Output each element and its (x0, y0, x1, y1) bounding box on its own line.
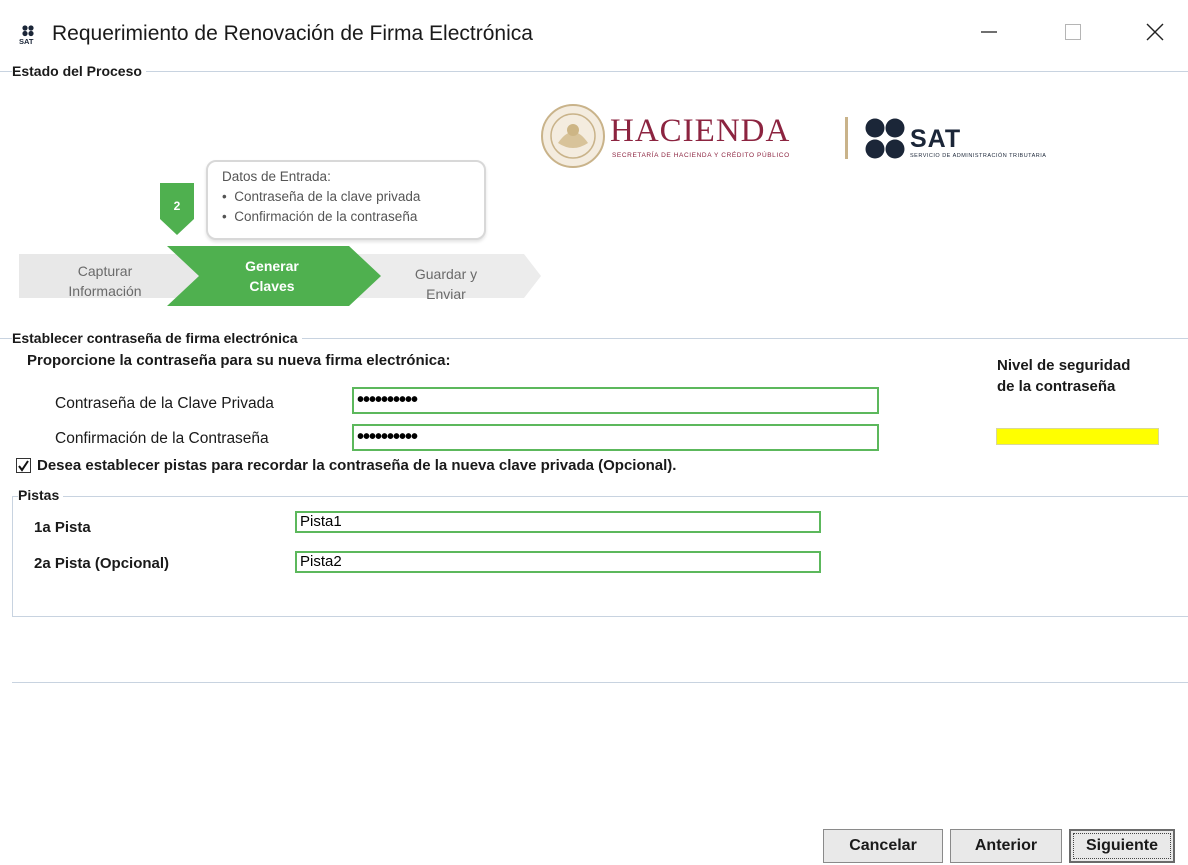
maximize-icon (1065, 24, 1081, 40)
password-section-title: Establecer contraseña de firma electróni… (12, 330, 302, 346)
checkmark-icon (18, 460, 29, 472)
hint2-label: 2a Pista (Opcional) (34, 555, 170, 572)
title-bar: SAT Requerimiento de Renovación de Firma… (0, 0, 1188, 70)
maximize-button[interactable] (1050, 12, 1096, 52)
sat-logo-icon (865, 118, 905, 159)
hacienda-logo-text: HACIENDA (610, 113, 791, 149)
close-icon (1146, 23, 1164, 41)
callout-item: • Contraseña de la clave privada (222, 189, 421, 204)
input-data-callout: Datos de Entrada: • Contraseña de la cla… (206, 160, 486, 240)
window-title: Requerimiento de Renovación de Firma Ele… (52, 22, 533, 45)
current-step-number: 2 (173, 199, 181, 213)
step-capturar: Capturar Información (68, 263, 142, 299)
footer-divider (12, 682, 1188, 683)
cancel-button[interactable]: Cancelar (823, 829, 943, 863)
hints-checkbox-label[interactable]: Desea establecer pistas para recordar la… (37, 457, 676, 474)
sat-logo-text: SAT (910, 125, 962, 153)
next-button[interactable]: Siguiente (1069, 829, 1175, 863)
minimize-icon (981, 31, 997, 33)
minimize-button[interactable] (966, 12, 1012, 52)
process-section-rule (0, 71, 1188, 72)
hints-section-title: Pistas (18, 487, 64, 503)
process-section-title: Estado del Proceso (12, 63, 146, 79)
step-generar: Generar Claves (245, 258, 299, 294)
callout-title: Datos de Entrada: (222, 169, 331, 184)
mexico-seal-icon (541, 104, 605, 168)
hints-checkbox[interactable] (16, 458, 31, 473)
step-guardar: Guardar y Enviar (414, 266, 478, 302)
hint2-input[interactable]: Pista2 (295, 551, 821, 573)
private-key-label: Contraseña de la Clave Privada (55, 395, 274, 412)
close-button[interactable] (1132, 12, 1178, 52)
logo-divider (845, 117, 848, 159)
password-strength-bar (996, 428, 1159, 445)
previous-button[interactable]: Anterior (950, 829, 1062, 863)
private-key-password-input[interactable]: •••••••••• (352, 387, 879, 414)
hacienda-logo-subtitle: SECRETARÍA DE HACIENDA Y CRÉDITO PÚBLICO (612, 152, 790, 159)
confirm-password-input[interactable]: •••••••••• (352, 424, 879, 451)
hint1-label: 1a Pista (34, 519, 91, 536)
password-strength-label: Nivel de seguridad de la contraseña (997, 357, 1131, 395)
hint1-input[interactable]: Pista1 (295, 511, 821, 533)
sat-app-icon: SAT (19, 25, 34, 46)
svg-text:SAT: SAT (19, 37, 34, 46)
password-instruction: Proporcione la contraseña para su nueva … (27, 352, 451, 369)
confirm-password-label: Confirmación de la Contraseña (55, 430, 269, 447)
sat-logo-subtitle: SERVICIO DE ADMINISTRACIÓN TRIBUTARIA (910, 153, 1047, 159)
callout-item: • Confirmación de la contraseña (222, 209, 418, 224)
